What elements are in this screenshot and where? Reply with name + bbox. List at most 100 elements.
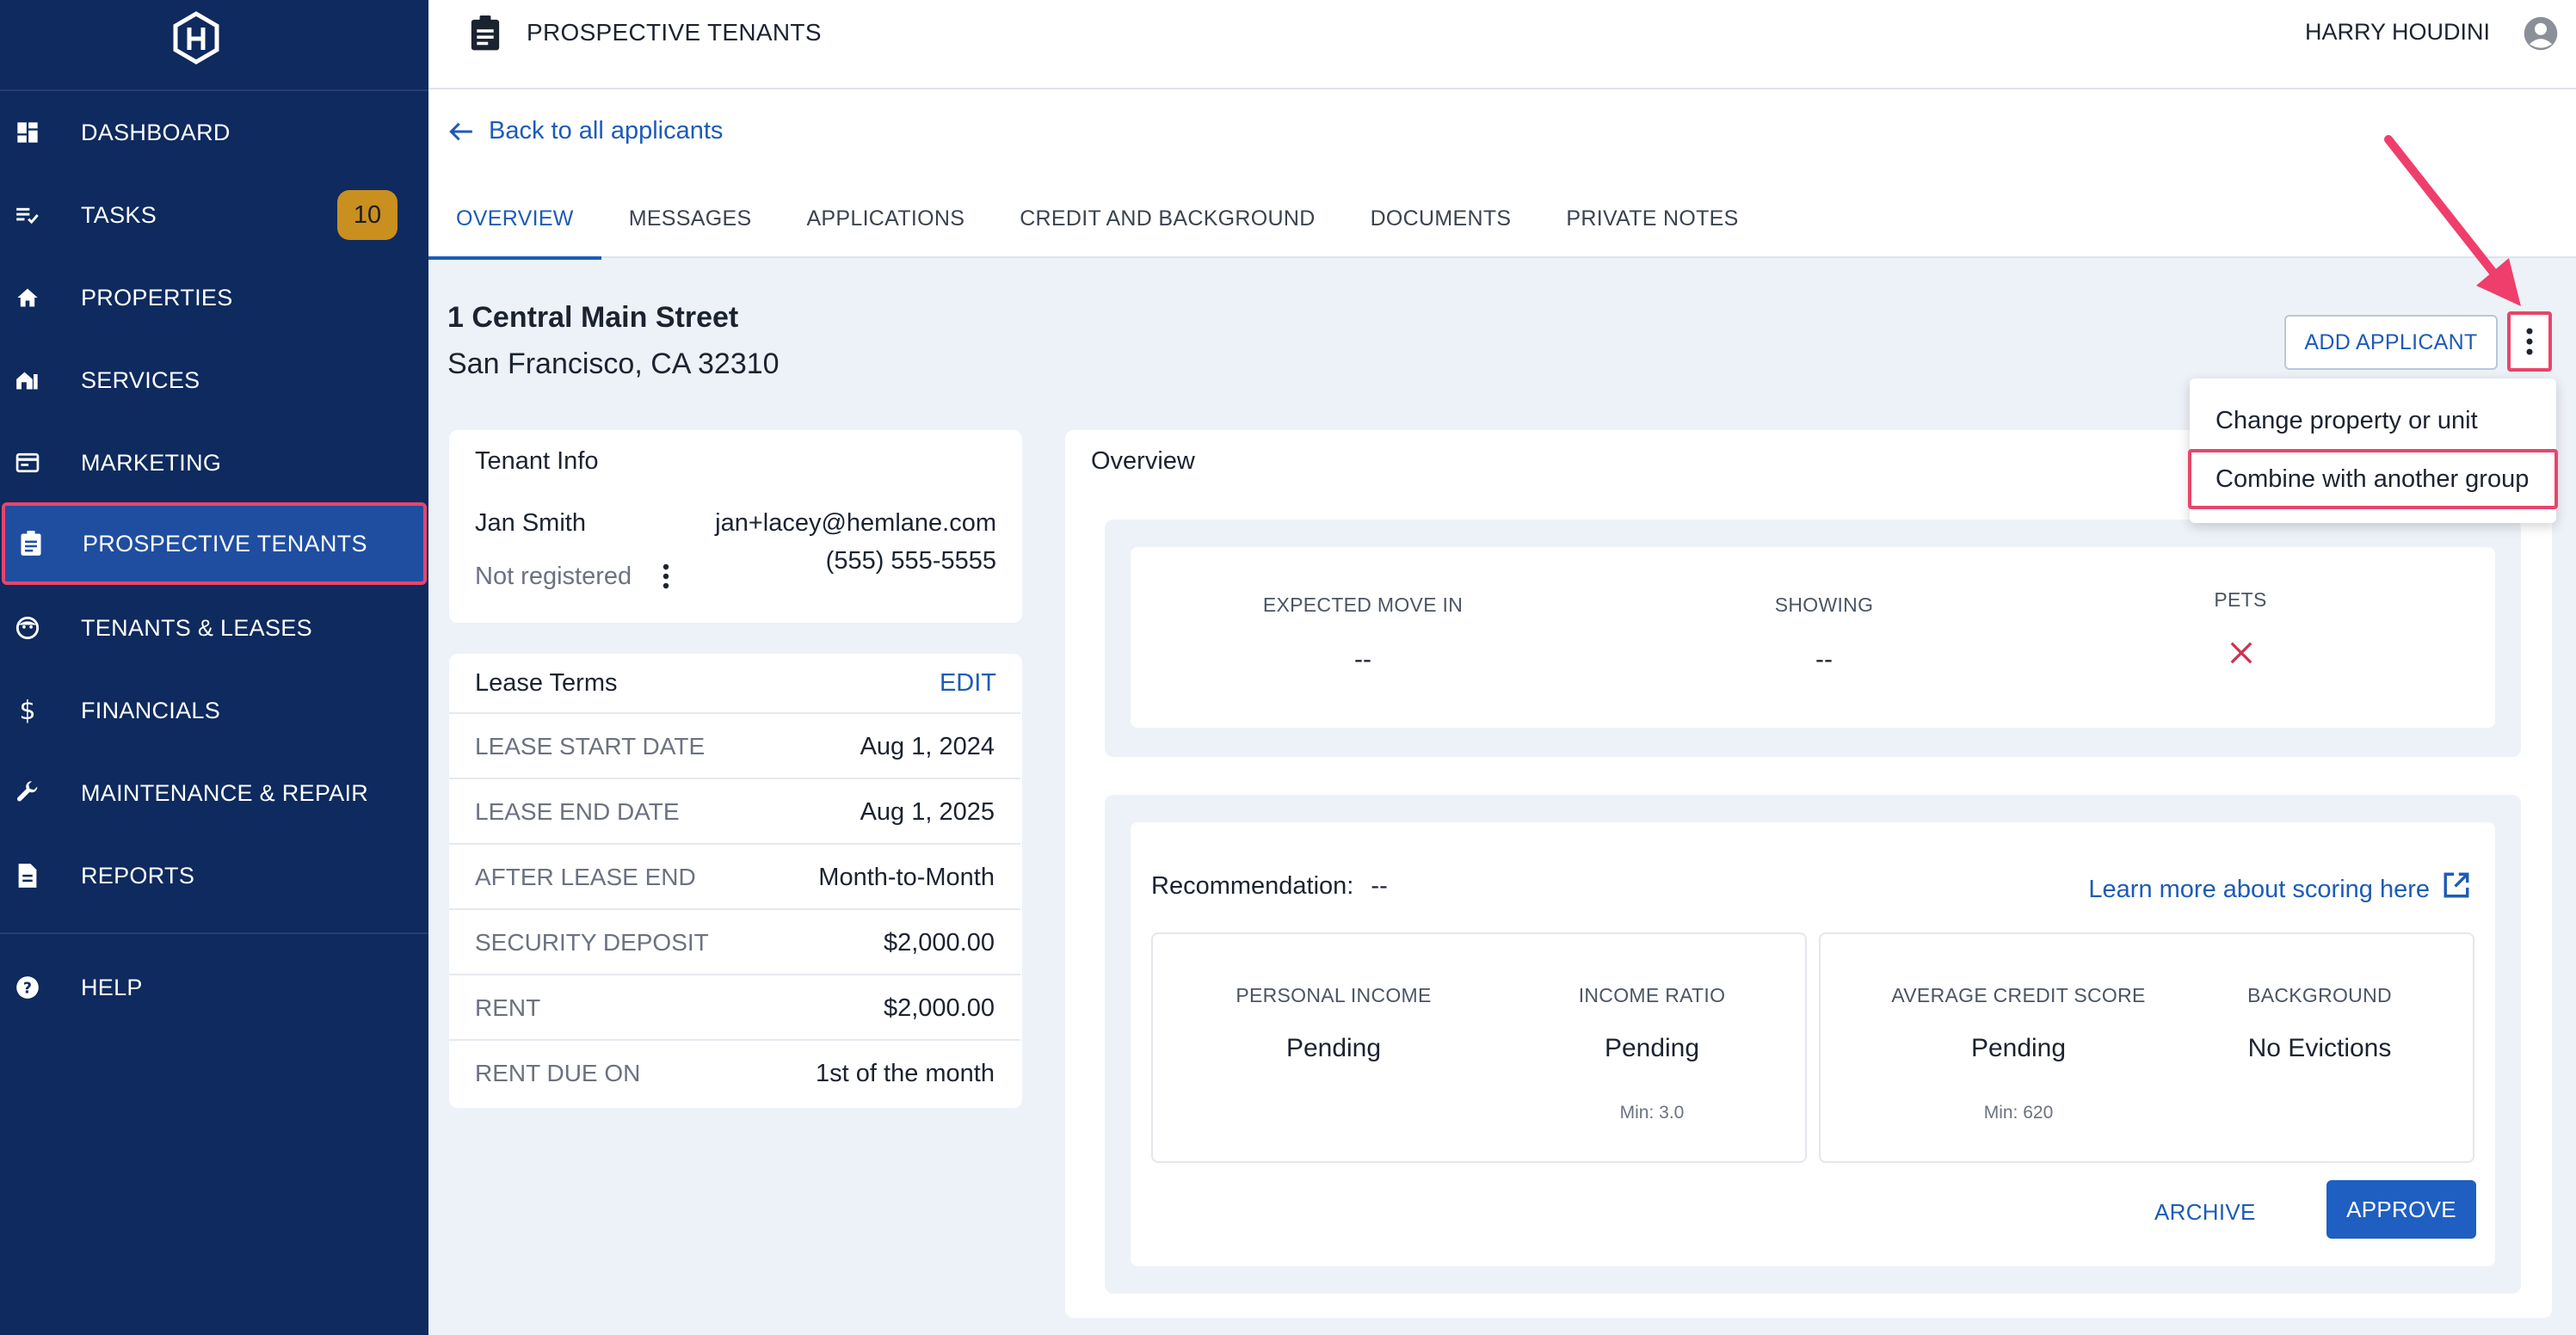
expected-move-in-label: EXPECTED MOVE IN xyxy=(1262,594,1464,616)
tab-bar: OVERVIEW MESSAGES APPLICATIONS CREDIT AN… xyxy=(428,179,1766,260)
subheader: Back to all applicants OVERVIEW MESSAGES… xyxy=(428,89,2576,260)
sidebar-item-label: FINANCIALS xyxy=(81,697,221,723)
clipboard-icon xyxy=(471,15,500,51)
sidebar-item-dashboard[interactable]: DASHBOARD xyxy=(0,91,428,174)
sidebar-item-services[interactable]: SERVICES xyxy=(0,339,428,421)
kebab-icon xyxy=(2526,328,2533,355)
tab-overview[interactable]: OVERVIEW xyxy=(428,179,601,260)
user-name[interactable]: HARRY HOUDINI xyxy=(2305,19,2490,46)
lease-terms-title: Lease Terms xyxy=(475,669,618,697)
tab-messages[interactable]: MESSAGES xyxy=(601,179,780,258)
dollar-icon: $ xyxy=(19,695,36,726)
sidebar: DASHBOARD TASKS 10 PROPERTIES SERVICES M… xyxy=(0,0,428,1335)
tab-credit-and-background[interactable]: CREDIT AND BACKGROUND xyxy=(992,179,1342,258)
menu-item-combine-group[interactable]: Combine with another group xyxy=(2188,449,2558,509)
svg-text:?: ? xyxy=(23,980,32,997)
lease-term-key: SECURITY DEPOSIT xyxy=(475,929,709,956)
back-link-label: Back to all applicants xyxy=(489,117,724,145)
avatar-icon[interactable] xyxy=(2523,15,2559,52)
tenant-email[interactable]: jan+lacey@hemlane.com xyxy=(715,509,996,538)
expected-move-in-value: -- xyxy=(1354,645,1371,674)
x-icon xyxy=(2230,642,2252,664)
lease-term-key: RENT DUE ON xyxy=(475,1060,641,1086)
archive-button[interactable]: ARCHIVE xyxy=(2154,1199,2256,1226)
sidebar-item-marketing[interactable]: MARKETING xyxy=(0,421,428,504)
lease-term-row: RENT DUE ON 1st of the month xyxy=(449,1039,1020,1104)
hemlane-logo[interactable] xyxy=(169,10,224,65)
lease-term-row: LEASE START DATE Aug 1, 2024 xyxy=(449,712,1020,778)
lease-term-row: LEASE END DATE Aug 1, 2025 xyxy=(449,778,1020,843)
recommendation-value: -- xyxy=(1371,872,1388,900)
lease-term-row: RENT $2,000.00 xyxy=(449,974,1020,1039)
clipboard-icon xyxy=(17,530,45,557)
sidebar-item-help[interactable]: ? HELP xyxy=(0,946,428,1029)
help-icon: ? xyxy=(14,974,41,1001)
sidebar-item-label: DASHBOARD xyxy=(81,119,231,145)
lease-term-row: SECURITY DEPOSIT $2,000.00 xyxy=(449,908,1020,974)
approve-button[interactable]: APPROVE xyxy=(2326,1180,2476,1239)
tasks-count-badge: 10 xyxy=(337,190,397,240)
sidebar-item-reports[interactable]: REPORTS xyxy=(0,834,428,917)
sidebar-item-label: REPORTS xyxy=(81,862,195,889)
income-ratio-label: INCOME RATIO xyxy=(1578,984,1726,1006)
sidebar-item-properties[interactable]: PROPERTIES xyxy=(0,256,428,339)
recommendation-label: Recommendation: -- xyxy=(1151,872,1388,901)
sidebar-item-prospective-tenants[interactable]: PROSPECTIVE TENANTS xyxy=(2,502,427,585)
average-credit-score-label: AVERAGE CREDIT SCORE xyxy=(1891,984,2146,1006)
add-applicant-button[interactable]: ADD APPLICANT xyxy=(2284,315,2498,370)
more-options-menu: Change property or unit Combine with ano… xyxy=(2188,378,2558,523)
learn-more-scoring-link[interactable]: Learn more about scoring here xyxy=(2088,865,2471,904)
tenant-options-button[interactable] xyxy=(656,561,676,592)
lease-term-row: AFTER LEASE END Month-to-Month xyxy=(449,843,1020,908)
home-icon xyxy=(14,284,41,311)
back-to-applicants-link[interactable]: Back to all applicants xyxy=(449,117,723,145)
sidebar-item-label: SERVICES xyxy=(81,366,200,393)
summary-panel: EXPECTED MOVE IN -- SHOWING -- PETS xyxy=(1105,520,2521,757)
personal-income-label: PERSONAL INCOME xyxy=(1236,984,1432,1006)
summary-inner: EXPECTED MOVE IN -- SHOWING -- PETS xyxy=(1131,547,2495,728)
wrench-icon xyxy=(14,779,41,807)
pets-label: PETS xyxy=(2214,588,2267,611)
menu-item-change-property[interactable]: Change property or unit xyxy=(2190,391,2556,451)
tab-applications[interactable]: APPLICATIONS xyxy=(779,179,992,258)
learn-more-label: Learn more about scoring here xyxy=(2088,876,2430,903)
tab-private-notes[interactable]: PRIVATE NOTES xyxy=(1538,179,1766,258)
lease-term-value: Aug 1, 2025 xyxy=(860,798,995,826)
tenants-icon xyxy=(14,614,41,642)
personal-income-value: Pending xyxy=(1285,1034,1382,1062)
sidebar-item-label: HELP xyxy=(81,974,143,1000)
sidebar-item-label: TASKS xyxy=(81,201,157,228)
tenant-info-title: Tenant Info xyxy=(475,447,599,475)
sidebar-divider xyxy=(0,932,428,934)
tab-documents[interactable]: DOCUMENTS xyxy=(1343,179,1539,258)
background-label: BACKGROUND xyxy=(2247,984,2392,1006)
services-icon xyxy=(14,366,41,394)
credit-metrics-box: AVERAGE CREDIT SCORE Pending Min: 620 BA… xyxy=(1819,932,2474,1163)
page-title: PROSPECTIVE TENANTS xyxy=(527,19,822,46)
lease-term-value: $2,000.00 xyxy=(883,929,995,957)
background-value: No Evictions xyxy=(2247,1034,2392,1062)
property-address-line1: 1 Central Main Street xyxy=(447,301,739,334)
edit-lease-terms-button[interactable]: EDIT xyxy=(940,669,996,698)
credit-score-min: Min: 620 xyxy=(1983,1103,2054,1123)
reports-icon xyxy=(14,862,41,889)
sidebar-item-tenants-leases[interactable]: TENANTS & LEASES xyxy=(0,587,428,669)
tenant-phone: (555) 555-5555 xyxy=(825,547,996,575)
tenant-info-card: Tenant Info Jan Smith Not registered jan… xyxy=(449,430,1022,623)
average-credit-score-value: Pending xyxy=(1970,1034,2067,1062)
recommendation-label-text: Recommendation: xyxy=(1151,872,1354,900)
property-address-line2: San Francisco, CA 32310 xyxy=(447,348,780,380)
annotation-arrow-icon xyxy=(2384,135,2521,306)
recommendation-panel: Recommendation: -- Learn more about scor… xyxy=(1105,795,2521,1294)
marketing-icon xyxy=(14,449,41,477)
lease-term-value: Month-to-Month xyxy=(818,864,995,891)
arrow-left-icon xyxy=(449,122,472,140)
sidebar-item-maintenance-repair[interactable]: MAINTENANCE & REPAIR xyxy=(0,752,428,834)
overview-card: Overview EXPECTED MOVE IN -- SHOWING -- … xyxy=(1065,430,2552,1318)
lease-term-key: AFTER LEASE END xyxy=(475,864,696,890)
more-options-button[interactable] xyxy=(2507,311,2552,372)
sidebar-item-tasks[interactable]: TASKS 10 xyxy=(0,174,428,256)
sidebar-item-label: PROSPECTIVE TENANTS xyxy=(83,530,367,557)
sidebar-item-financials[interactable]: $ FINANCIALS xyxy=(0,669,428,752)
lease-term-value: $2,000.00 xyxy=(883,994,995,1022)
